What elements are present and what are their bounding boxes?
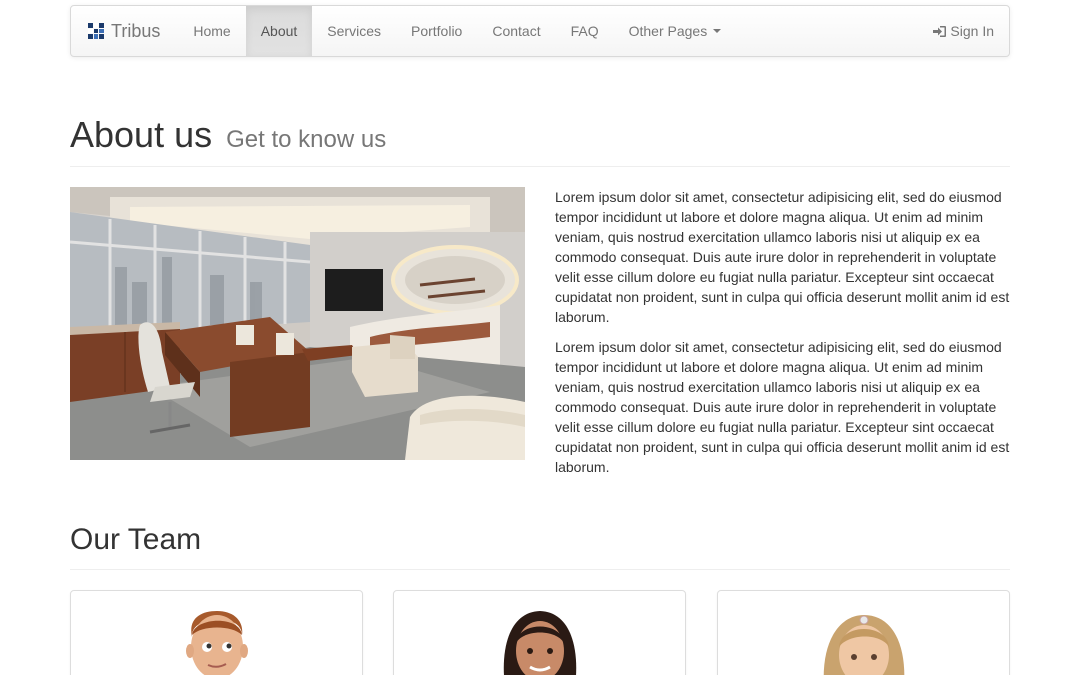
page-title: About us Get to know us <box>70 115 1010 155</box>
team-title: Our Team <box>70 523 202 556</box>
team-member-card <box>70 590 363 675</box>
about-header: About us Get to know us <box>70 115 1010 167</box>
team-member-photo <box>185 611 248 675</box>
nav-item-label: Services <box>327 23 381 39</box>
nav-item-portfolio[interactable]: Portfolio <box>396 6 477 56</box>
nav-item-label: Contact <box>492 23 541 39</box>
nav-item-label: Other Pages <box>628 23 708 39</box>
nav-item-label: Portfolio <box>410 23 463 39</box>
tribus-logo-icon <box>88 23 104 39</box>
nav-item-contact[interactable]: Contact <box>477 6 555 56</box>
about-text: Lorem ipsum dolor sit amet, consectetur … <box>555 187 1010 487</box>
brand[interactable]: Tribus <box>71 6 178 56</box>
brand-name: Tribus <box>111 20 161 41</box>
caret-down-icon <box>713 29 722 33</box>
nav-item-home[interactable]: Home <box>178 6 245 56</box>
navbar: Tribus Home About Services Portfolio Con… <box>70 5 1010 57</box>
team-member-photo <box>503 611 576 675</box>
nav-item-label: FAQ <box>570 23 599 39</box>
team-header: Our Team <box>70 523 1010 570</box>
office-image <box>70 187 525 460</box>
nav-item-label: About <box>260 23 298 39</box>
sign-in-icon <box>933 25 947 37</box>
team-member-card <box>393 590 686 675</box>
nav-item-label: Home <box>193 23 231 39</box>
about-paragraph: Lorem ipsum dolor sit amet, consectetur … <box>555 339 1010 475</box>
about-subtitle: Get to know us <box>226 126 387 153</box>
nav-item-services[interactable]: Services <box>312 6 396 56</box>
team-member-photo <box>823 615 904 675</box>
sign-in-label: Sign In <box>950 23 994 39</box>
nav-menu: Home About Services Portfolio Contact FA… <box>178 6 736 56</box>
about-title: About us <box>70 114 213 155</box>
team-member-card <box>717 590 1010 675</box>
nav-item-other-pages[interactable]: Other Pages <box>614 6 737 56</box>
nav-item-faq[interactable]: FAQ <box>556 6 614 56</box>
nav-item-about[interactable]: About <box>245 6 313 56</box>
about-paragraph: Lorem ipsum dolor sit amet, consectetur … <box>555 189 1010 325</box>
sign-in-link[interactable]: Sign In <box>932 6 1009 56</box>
